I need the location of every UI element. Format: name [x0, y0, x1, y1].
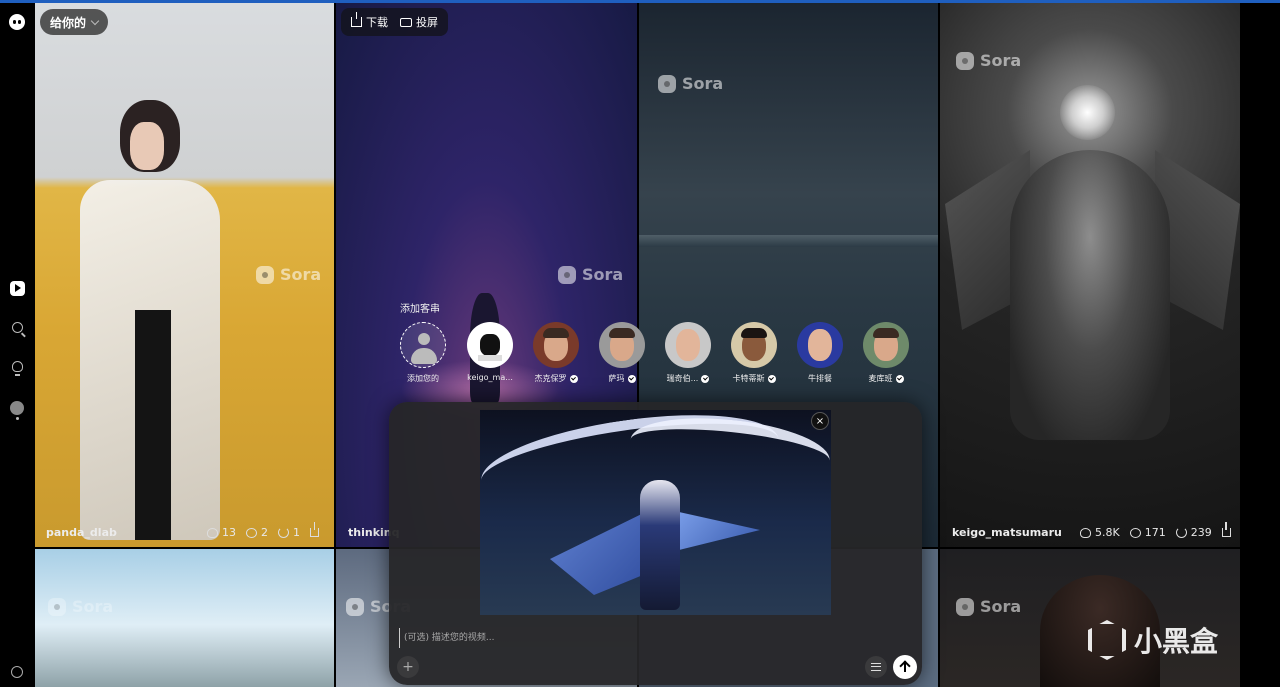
site-watermark: 小黑盒	[1088, 620, 1218, 660]
remix-icon	[1175, 527, 1187, 538]
remix-icon	[278, 527, 289, 538]
search-icon[interactable]	[8, 318, 26, 336]
verified-icon	[627, 374, 636, 383]
download-icon	[351, 12, 362, 27]
cast-icon	[400, 17, 412, 27]
sora-logo-icon	[558, 265, 576, 284]
compose-panel: × +	[389, 402, 922, 685]
like-button[interactable]: 5.8K	[1080, 526, 1120, 539]
verified-icon	[569, 374, 578, 383]
cameo-item[interactable]: 牛排餐	[796, 322, 844, 384]
cameo-item[interactable]: keigo_ma...	[466, 322, 514, 382]
model-figure	[80, 100, 220, 540]
avatar-placeholder-icon	[400, 322, 446, 368]
cameo-avatar	[863, 322, 909, 368]
remix-button[interactable]: 1	[278, 526, 300, 539]
video-tile-5[interactable]	[35, 549, 334, 687]
top-accent-line	[0, 0, 1280, 3]
cameo-add-yours[interactable]: 添加您的	[399, 322, 447, 384]
comment-button[interactable]: 2	[246, 526, 268, 539]
share-icon	[1221, 522, 1231, 537]
left-rail	[0, 3, 35, 687]
cameo-avatar	[467, 322, 513, 368]
cameo-item[interactable]: 杰克保罗	[532, 322, 580, 384]
tile-username[interactable]: keigo_matsumaru	[952, 526, 1062, 539]
share-button[interactable]	[310, 522, 319, 537]
like-button[interactable]: 13	[207, 526, 236, 539]
tile-stats: 13 2 1	[207, 522, 319, 539]
chevron-down-icon	[90, 16, 100, 25]
feed-filter-label: 给你的	[50, 15, 87, 30]
comment-icon	[1129, 527, 1141, 538]
logo-icon[interactable]	[8, 13, 26, 31]
download-button[interactable]: 下载	[351, 12, 388, 30]
sora-logo-icon	[956, 51, 974, 70]
heart-icon	[207, 527, 218, 538]
heart-icon	[1080, 527, 1091, 538]
cameo-item[interactable]: 麦库班	[862, 322, 910, 384]
video-preview[interactable]	[480, 410, 831, 615]
cameo-avatar	[665, 322, 711, 368]
submit-button[interactable]	[893, 655, 917, 679]
verified-icon	[767, 374, 776, 383]
prompt-input[interactable]	[399, 628, 899, 648]
cameo-avatar	[533, 322, 579, 368]
settings-button[interactable]	[865, 656, 887, 678]
cameo-item[interactable]: 卡特蒂斯	[730, 322, 778, 384]
smile-icon[interactable]	[8, 663, 26, 681]
profile-icon[interactable]	[8, 399, 26, 417]
feed-filter-dropdown[interactable]: 给你的	[40, 9, 109, 35]
cameo-title: 添加客串	[400, 304, 440, 315]
sora-logo-icon	[346, 597, 364, 616]
cameo-avatar	[599, 322, 645, 368]
bulb-icon[interactable]	[8, 357, 26, 376]
sora-watermark: Sora	[256, 265, 321, 284]
cameo-item[interactable]: 萨玛	[598, 322, 646, 384]
moon-glow	[1060, 85, 1115, 140]
add-media-button[interactable]: +	[397, 656, 419, 678]
cameo-avatar	[797, 322, 843, 368]
sea-horizon	[639, 235, 938, 247]
right-margin	[1240, 3, 1280, 687]
comment-icon	[246, 527, 257, 538]
play-icon[interactable]	[8, 279, 26, 297]
cameo-item[interactable]: 瑞奇伯...	[664, 322, 712, 384]
active-dot	[16, 417, 19, 420]
sora-watermark: Sora	[48, 597, 113, 616]
cast-button[interactable]: 投屏	[400, 14, 438, 30]
sora-logo-icon	[48, 597, 66, 616]
sora-watermark: Sora	[558, 265, 623, 284]
share-icon	[310, 522, 319, 537]
verified-icon	[701, 374, 710, 383]
close-preview-button[interactable]: ×	[811, 412, 829, 430]
video-toolbar: 下载 投屏	[341, 8, 448, 36]
sora-logo-icon	[658, 74, 676, 93]
verified-icon	[895, 374, 904, 383]
cameo-avatar	[731, 322, 777, 368]
sora-logo-icon	[956, 597, 974, 616]
sora-watermark: Sora	[956, 51, 1021, 70]
sliders-icon	[871, 663, 881, 671]
tile-username[interactable]: panda_dlab	[46, 526, 117, 539]
sora-logo-icon	[256, 265, 274, 284]
remix-button[interactable]: 239	[1175, 526, 1212, 539]
cthulhu-figure	[1010, 150, 1170, 440]
comment-button[interactable]: 171	[1129, 526, 1166, 539]
sora-watermark: Sora	[658, 74, 723, 93]
arrow-up-icon	[904, 662, 906, 672]
share-button[interactable]	[1221, 522, 1231, 537]
tile-stats: 5.8K 171 239	[1080, 522, 1231, 539]
xiaoheihe-logo-icon	[1088, 620, 1126, 660]
sora-watermark: Sora	[956, 597, 1021, 616]
